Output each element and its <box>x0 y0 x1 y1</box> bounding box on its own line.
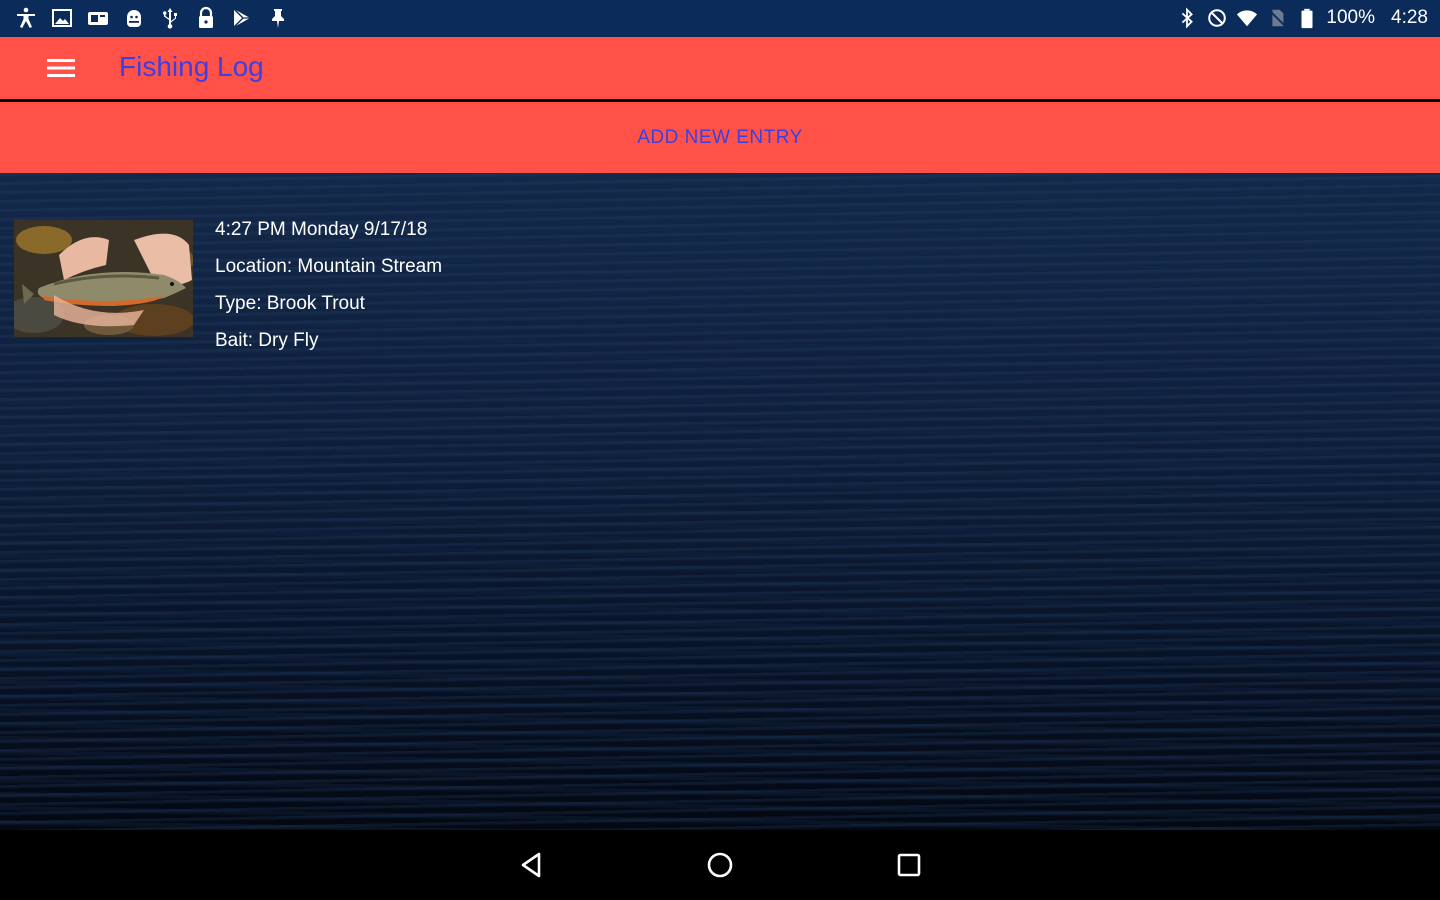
clock: 4:28 <box>1391 7 1428 28</box>
back-icon <box>521 852 541 878</box>
system-status: 100% 4:28 <box>1176 6 1428 30</box>
home-icon <box>707 852 733 878</box>
bluetooth-icon <box>1176 6 1198 30</box>
entry-timestamp: 4:27 PM Monday 9/17/18 <box>215 219 428 240</box>
log-list: 4:27 PM Monday 9/17/18 Location: Mountai… <box>0 173 1440 830</box>
lock-icon <box>194 6 218 30</box>
screenshot-icon <box>86 6 110 30</box>
menu-button[interactable] <box>36 47 86 89</box>
image-icon <box>50 6 74 30</box>
list-item[interactable]: 4:27 PM Monday 9/17/18 Location: Mountai… <box>14 217 442 365</box>
recents-icon <box>897 853 921 877</box>
accessibility-icon <box>14 6 38 30</box>
home-button[interactable] <box>700 845 740 885</box>
back-button[interactable] <box>512 845 552 885</box>
wifi-icon <box>1236 6 1258 30</box>
battery-percentage: 100% <box>1326 7 1376 28</box>
app-bar: Fishing Log <box>0 37 1440 99</box>
navigation-bar <box>0 830 1440 900</box>
screen: 100% 4:28 Fishing Log ADD NEW ENTRY 4:27… <box>0 0 1440 900</box>
usb-icon <box>158 6 182 30</box>
add-new-entry-button[interactable]: ADD NEW ENTRY <box>0 102 1440 173</box>
app-title: Fishing Log <box>119 51 264 82</box>
entry-photo <box>14 220 193 337</box>
status-bar: 100% 4:28 <box>0 0 1440 37</box>
play-store-icon <box>230 6 254 30</box>
no-sim-icon <box>1266 6 1288 30</box>
battery-icon <box>1296 6 1318 30</box>
entry-type: Type: Brook Trout <box>215 293 365 314</box>
entry-location: Location: Mountain Stream <box>215 256 443 277</box>
android-debug-icon <box>122 6 146 30</box>
pin-icon <box>266 6 290 30</box>
entry-details: 4:27 PM Monday 9/17/18 Location: Mountai… <box>215 217 442 365</box>
entry-bait: Bait: Dry Fly <box>215 330 319 351</box>
recents-button[interactable] <box>889 845 929 885</box>
notification-icons <box>14 6 290 30</box>
do-not-disturb-icon <box>1206 6 1228 30</box>
menu-icon <box>47 59 75 77</box>
